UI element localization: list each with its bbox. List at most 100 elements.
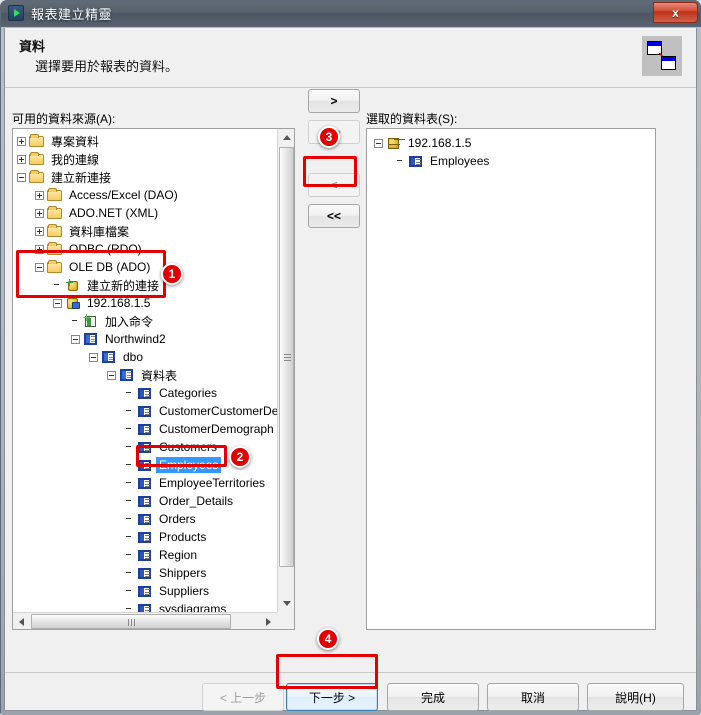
report-wizard-window: 報表建立精靈 x 資料 選擇要用於報表的資料。 可用的資料來源(A): 選取的資… <box>0 0 701 715</box>
help-button[interactable]: 說明(H) <box>587 683 684 711</box>
collapse-icon[interactable] <box>71 334 80 344</box>
tree-node-label: 加入命令 <box>105 314 154 329</box>
move-all-left-button[interactable]: << <box>308 204 360 228</box>
folder-icon <box>47 188 63 202</box>
vertical-scroll-thumb[interactable] <box>279 147 294 567</box>
tree-spacer <box>125 389 134 398</box>
tree-node-label: Suppliers <box>159 584 210 598</box>
data-source-node[interactable]: ADO.NET (XML) <box>35 204 158 222</box>
title-bar: 報表建立精靈 x <box>0 0 701 27</box>
data-source-node[interactable]: Shippers <box>125 564 206 582</box>
close-icon[interactable]: x <box>653 2 698 23</box>
data-source-node[interactable]: CustomerCustomerDe <box>125 402 278 420</box>
data-source-node[interactable]: Region <box>125 546 197 564</box>
data-source-node[interactable]: 資料庫檔案 <box>35 222 129 240</box>
tree-node-label: 建立新連接 <box>51 170 112 185</box>
available-data-sources-tree[interactable]: 專案資料我的連線建立新連接 Access/Excel (DAO) ADO.NET (… <box>12 128 295 630</box>
tree-node-label: Access/Excel (DAO) <box>69 188 178 202</box>
data-connection-icon <box>642 36 682 76</box>
tree-spacer <box>125 443 134 452</box>
data-source-node[interactable]: OLE DB (ADO) <box>35 258 150 276</box>
selected-table-node[interactable]: Employees <box>396 152 489 170</box>
data-source-node[interactable]: CustomerDemograph <box>125 420 274 438</box>
tree-spacer <box>125 551 134 560</box>
page-header: 資料 選擇要用於報表的資料。 <box>5 28 696 88</box>
left-tree-horizontal-scrollbar[interactable] <box>13 612 277 629</box>
table-icon <box>137 476 153 490</box>
collapse-icon[interactable] <box>89 352 98 362</box>
table-icon <box>137 494 153 508</box>
scroll-up-icon[interactable] <box>278 129 294 146</box>
data-source-node[interactable]: 192.168.1.5 <box>53 294 150 312</box>
data-source-node[interactable]: Categories <box>125 384 217 402</box>
data-source-node[interactable]: 資料表 <box>107 366 177 384</box>
scrollbar-corner <box>277 612 294 629</box>
data-source-node[interactable]: Employees <box>125 456 222 474</box>
collapse-icon[interactable] <box>17 172 26 182</box>
scroll-left-icon[interactable] <box>13 613 30 629</box>
new-connection-icon <box>65 278 81 292</box>
tree-node-label: Categories <box>159 386 218 400</box>
data-source-node[interactable]: Order_Details <box>125 492 233 510</box>
expand-icon[interactable] <box>35 208 44 218</box>
expand-icon[interactable] <box>17 136 26 146</box>
tree-spacer <box>125 587 134 596</box>
collapse-icon[interactable] <box>107 370 116 380</box>
tree-node-label: EmployeeTerritories <box>159 476 266 490</box>
finish-button[interactable]: 完成 <box>387 683 479 711</box>
move-left-button: < <box>308 173 360 197</box>
cancel-button[interactable]: 取消 <box>487 683 579 711</box>
annotation-badge-1: 1 <box>161 263 183 285</box>
data-source-node[interactable]: 建立新連接 <box>17 168 111 186</box>
tree-spacer <box>125 461 134 470</box>
left-tree-vertical-scrollbar[interactable] <box>277 129 294 612</box>
tree-node-label: Orders <box>159 512 196 526</box>
collapse-icon[interactable] <box>53 298 62 308</box>
table-icon <box>137 512 153 526</box>
data-source-node[interactable]: 建立新的連接 <box>53 276 159 294</box>
next-button[interactable]: 下一步 > <box>286 683 378 711</box>
tree-node-label: ODBC (RDO) <box>69 242 142 256</box>
selected-table-node[interactable]: 192.168.1.5 <box>374 134 471 152</box>
scroll-right-icon[interactable] <box>260 613 277 629</box>
client-area: 資料 選擇要用於報表的資料。 可用的資料來源(A): 選取的資料表(S): 專案… <box>4 28 697 711</box>
table-icon <box>137 440 153 454</box>
expand-icon[interactable] <box>17 154 26 164</box>
data-source-node[interactable]: Orders <box>125 510 196 528</box>
data-source-node[interactable]: ODBC (RDO) <box>35 240 142 258</box>
expand-icon[interactable] <box>35 226 44 236</box>
data-source-node[interactable]: Suppliers <box>125 582 209 600</box>
data-source-node[interactable]: 加入命令 <box>71 312 153 330</box>
selected-tables-tree[interactable]: 192.168.1.5 Employees <box>366 128 656 630</box>
data-source-node[interactable]: Access/Excel (DAO) <box>35 186 178 204</box>
move-right-button[interactable]: > <box>308 89 360 113</box>
data-source-node[interactable]: Products <box>125 528 206 546</box>
collapse-icon[interactable] <box>374 138 383 148</box>
tree-node-label: 我的連線 <box>51 152 100 167</box>
annotation-badge-3: 3 <box>318 126 340 148</box>
expand-icon[interactable] <box>35 190 44 200</box>
data-source-node[interactable]: Northwind2 <box>71 330 166 348</box>
tree-spacer <box>125 497 134 506</box>
tree-node-label: CustomerDemograph <box>159 422 274 436</box>
table-icon <box>137 566 153 580</box>
data-source-node[interactable]: 專案資料 <box>17 132 99 150</box>
data-source-node[interactable]: EmployeeTerritories <box>125 474 265 492</box>
tree-spacer <box>53 281 62 290</box>
data-source-node[interactable]: dbo <box>89 348 143 366</box>
scroll-down-icon[interactable] <box>278 595 294 612</box>
folder-icon <box>29 134 45 148</box>
collapse-icon[interactable] <box>35 262 44 272</box>
expand-icon[interactable] <box>35 244 44 254</box>
footer-divider <box>5 672 696 673</box>
tree-node-label: dbo <box>123 350 144 364</box>
tree-node-label: 192.168.1.5 <box>87 296 151 310</box>
tree-spacer <box>125 569 134 578</box>
folder-icon <box>47 242 63 256</box>
cube-icon <box>386 136 402 150</box>
annotation-badge-2: 2 <box>229 446 251 468</box>
horizontal-scroll-thumb[interactable] <box>31 614 231 629</box>
data-source-node[interactable]: 我的連線 <box>17 150 99 168</box>
tree-node-label: Shippers <box>159 566 207 580</box>
data-source-node[interactable]: Customers <box>125 438 217 456</box>
